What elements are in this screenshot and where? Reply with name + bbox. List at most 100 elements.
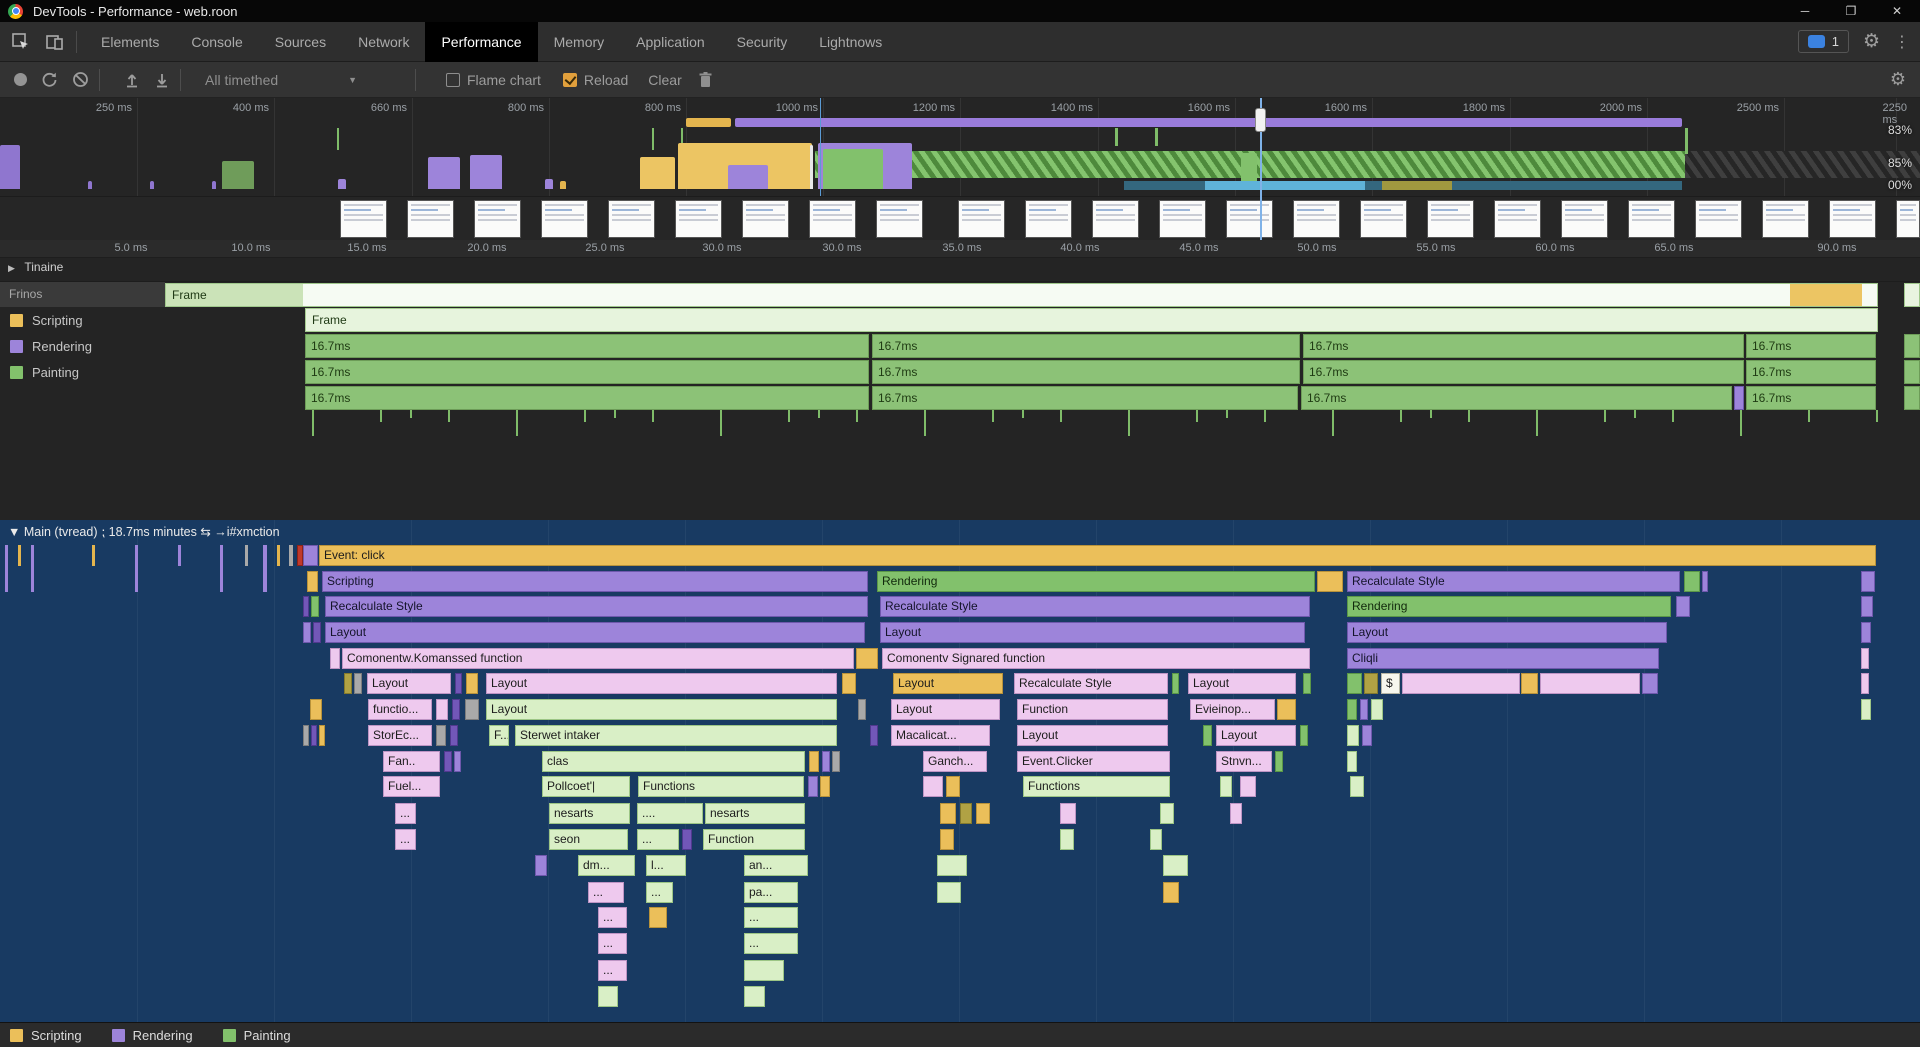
flame-bar[interactable] bbox=[466, 673, 478, 694]
screenshot-thumbnail[interactable] bbox=[809, 200, 856, 238]
flame-bar[interactable] bbox=[303, 622, 311, 643]
flame-bar[interactable]: Function bbox=[1017, 699, 1168, 720]
flame-bar[interactable] bbox=[1163, 882, 1179, 903]
flame-bar[interactable] bbox=[1861, 673, 1869, 694]
flame-bar[interactable] bbox=[1861, 596, 1873, 617]
flame-bar[interactable]: Comonentv Signared function bbox=[882, 648, 1310, 669]
issues-badge[interactable]: 1 bbox=[1798, 30, 1849, 53]
flame-bar[interactable] bbox=[1317, 571, 1343, 592]
flame-bar[interactable] bbox=[1172, 673, 1179, 694]
tab-sources[interactable]: Sources bbox=[259, 22, 342, 62]
flame-bar[interactable] bbox=[311, 596, 319, 617]
flame-bar[interactable] bbox=[822, 751, 830, 772]
flame-bar[interactable] bbox=[1350, 776, 1364, 797]
flame-bar[interactable]: Layout bbox=[1216, 725, 1296, 746]
record-button[interactable] bbox=[14, 73, 27, 86]
flame-bar[interactable] bbox=[1364, 673, 1378, 694]
flame-bar[interactable]: Layout bbox=[367, 673, 451, 694]
flame-bar[interactable] bbox=[535, 855, 547, 876]
flame-bar[interactable]: Layout bbox=[486, 673, 837, 694]
screenshot-thumbnail[interactable] bbox=[340, 200, 387, 238]
flame-bar[interactable] bbox=[937, 882, 961, 903]
flame-bar[interactable]: Fan.. bbox=[383, 751, 440, 772]
panel-settings-gear-icon[interactable]: ⚙ bbox=[1890, 69, 1906, 90]
screenshot-thumbnail[interactable] bbox=[608, 200, 655, 238]
flame-bar[interactable]: functio... bbox=[368, 699, 432, 720]
flame-bar[interactable] bbox=[1676, 596, 1690, 617]
flame-bar[interactable]: ... bbox=[588, 882, 624, 903]
flame-bar[interactable] bbox=[1347, 673, 1362, 694]
tab-application[interactable]: Application bbox=[620, 22, 721, 62]
frame-duration-segment[interactable]: 16.7ms bbox=[305, 360, 869, 384]
flame-bar[interactable] bbox=[319, 725, 325, 746]
frame-duration-segment[interactable] bbox=[1904, 360, 1920, 384]
flame-bar[interactable] bbox=[856, 648, 878, 669]
flame-bar[interactable]: Layout bbox=[1188, 673, 1296, 694]
flame-bar[interactable] bbox=[820, 776, 830, 797]
flame-bar[interactable]: Stnvn... bbox=[1216, 751, 1272, 772]
flame-bar[interactable]: ... bbox=[598, 960, 627, 981]
screenshot-thumbnail[interactable] bbox=[1561, 200, 1608, 238]
screenshot-thumbnail[interactable] bbox=[1829, 200, 1876, 238]
settings-gear-icon[interactable]: ⚙ bbox=[1863, 30, 1880, 53]
flame-bar[interactable] bbox=[454, 751, 461, 772]
flame-bar[interactable] bbox=[744, 986, 765, 1007]
flame-bar[interactable] bbox=[1371, 699, 1383, 720]
inspect-element-icon[interactable] bbox=[8, 30, 34, 54]
maximize-button[interactable]: ❐ bbox=[1828, 0, 1874, 22]
screenshot-thumbnail[interactable] bbox=[1159, 200, 1206, 238]
frame-duration-segment[interactable]: 16.7ms bbox=[1746, 386, 1876, 410]
flame-bar[interactable]: Sterwet intaker bbox=[515, 725, 837, 746]
flame-bar[interactable]: ... bbox=[744, 933, 798, 954]
flame-bar[interactable]: Recalculate Style bbox=[325, 596, 868, 617]
screenshot-thumbnail[interactable] bbox=[958, 200, 1005, 238]
flame-bar[interactable]: StorEc... bbox=[368, 725, 432, 746]
flame-bar[interactable] bbox=[1540, 673, 1640, 694]
flame-bar[interactable]: ... bbox=[744, 907, 798, 928]
flame-bar[interactable]: Evieinop... bbox=[1190, 699, 1275, 720]
main-thread-header[interactable]: ▼ Main (tvread) ⁏ 18.7ms minutes ⇆ →i#xm… bbox=[8, 524, 280, 539]
screenshot-thumbnail[interactable] bbox=[1025, 200, 1072, 238]
flame-bar[interactable] bbox=[1521, 673, 1538, 694]
flame-bar[interactable] bbox=[940, 829, 954, 850]
tab-network[interactable]: Network bbox=[342, 22, 425, 62]
flame-bar[interactable] bbox=[311, 725, 317, 746]
flame-bar[interactable]: Fuel... bbox=[383, 776, 440, 797]
frame-duration-segment[interactable]: 16.7ms bbox=[1301, 386, 1732, 410]
reload-record-icon[interactable] bbox=[41, 71, 58, 88]
flame-bar[interactable] bbox=[649, 907, 667, 928]
flame-chart-checkbox[interactable]: Flame chart bbox=[446, 72, 541, 88]
flame-bar[interactable] bbox=[598, 986, 618, 1007]
flame-bar[interactable]: Function bbox=[703, 829, 805, 850]
flame-bar[interactable] bbox=[1360, 699, 1368, 720]
screenshot-thumbnail[interactable] bbox=[407, 200, 454, 238]
screenshot-thumbnail[interactable] bbox=[742, 200, 789, 238]
flame-bar[interactable]: Layout bbox=[891, 699, 1000, 720]
flame-bar[interactable]: Rendering bbox=[877, 571, 1315, 592]
flame-bar[interactable]: Event.Clicker bbox=[1017, 751, 1170, 772]
flame-bar[interactable] bbox=[832, 751, 840, 772]
frame-duration-segment[interactable]: 16.7ms bbox=[872, 334, 1300, 358]
flame-bar[interactable] bbox=[1642, 673, 1658, 694]
tab-memory[interactable]: Memory bbox=[538, 22, 621, 62]
flame-bar[interactable] bbox=[940, 803, 956, 824]
flame-bar[interactable] bbox=[452, 699, 460, 720]
flame-bar[interactable] bbox=[1347, 751, 1357, 772]
flame-bar[interactable] bbox=[1275, 751, 1283, 772]
flame-bar[interactable]: an... bbox=[744, 855, 808, 876]
frame-duration-segment[interactable] bbox=[1904, 386, 1920, 410]
flame-bar[interactable]: $ bbox=[1381, 673, 1400, 694]
flame-bar[interactable] bbox=[923, 776, 943, 797]
flame-bar[interactable] bbox=[303, 596, 309, 617]
flame-bar[interactable] bbox=[842, 673, 856, 694]
flame-bar[interactable]: ... bbox=[598, 933, 627, 954]
selection-left-line[interactable] bbox=[820, 98, 821, 196]
flame-bar[interactable] bbox=[307, 571, 318, 592]
flame-bar[interactable] bbox=[444, 751, 452, 772]
flame-bar[interactable] bbox=[1150, 829, 1162, 850]
reload-checkbox[interactable]: Reload bbox=[563, 72, 628, 88]
frame-duration-segment[interactable]: 16.7ms bbox=[1746, 360, 1876, 384]
flame-bar[interactable]: Macalicat... bbox=[891, 725, 990, 746]
flame-bar[interactable] bbox=[1861, 648, 1869, 669]
flame-bar[interactable] bbox=[1861, 622, 1871, 643]
